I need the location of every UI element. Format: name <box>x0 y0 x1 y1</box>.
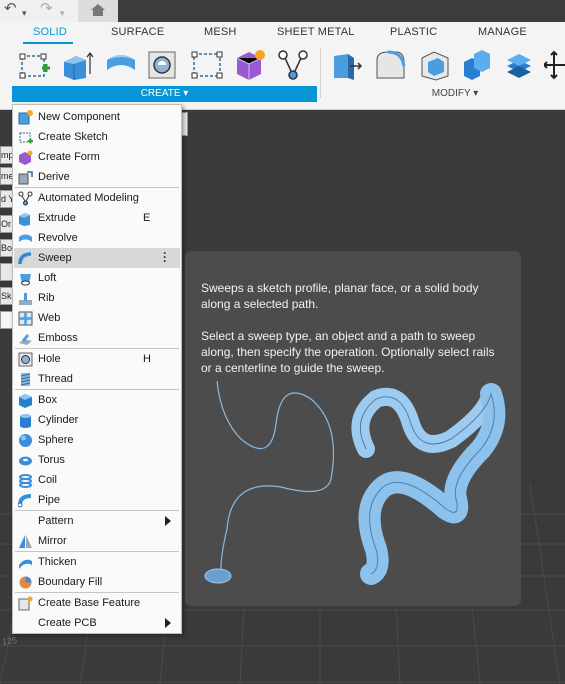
emboss-icon <box>19 334 32 345</box>
create-form-icon <box>19 150 33 165</box>
undo-icon[interactable]: ↶ <box>4 0 17 20</box>
menu-item-web[interactable]: Web <box>14 308 180 328</box>
menu-item-sweep[interactable]: Sweep · · · <box>14 247 180 268</box>
sweep-icon <box>18 252 32 265</box>
submenu-arrow-icon <box>165 618 171 628</box>
press-pull-icon[interactable] <box>330 48 364 82</box>
menu-item-create-form[interactable]: Create Form <box>14 147 180 167</box>
tab-surface[interactable]: SURFACE <box>111 26 164 38</box>
tab-solid[interactable]: SOLID <box>33 26 67 38</box>
sweep-illustration <box>204 380 506 585</box>
menu-item-automated-modeling[interactable]: Automated Modeling <box>14 188 180 208</box>
shell-icon[interactable] <box>418 48 452 82</box>
menu-item-create-pcb[interactable]: Create PCB <box>14 613 180 633</box>
title-bar-background <box>118 0 565 22</box>
create-dropdown-menu: New Component Create Sketch Create Form … <box>12 104 182 634</box>
combine-icon[interactable] <box>460 48 494 82</box>
hole-icon[interactable] <box>146 48 180 82</box>
menu-item-rib[interactable]: Rib <box>14 288 180 308</box>
extrude-icon[interactable] <box>60 48 94 82</box>
menu-item-new-component[interactable]: New Component <box>14 107 180 127</box>
menu-item-hole[interactable]: Hole H <box>14 349 180 369</box>
menu-item-revolve[interactable]: Revolve <box>14 228 180 248</box>
rib-icon <box>19 293 32 305</box>
web-icon <box>18 311 33 326</box>
menu-item-derive[interactable]: Derive <box>14 167 180 187</box>
tab-mesh[interactable]: MESH <box>204 26 237 38</box>
mirror-icon <box>19 535 32 548</box>
menu-item-torus[interactable]: Torus <box>14 450 180 470</box>
create-sketch-icon[interactable] <box>18 48 52 82</box>
rectangular-pattern-icon[interactable] <box>190 48 224 82</box>
redo-icon[interactable]: ↷ <box>40 0 53 20</box>
menu-item-mirror[interactable]: Mirror <box>14 531 180 551</box>
derive-icon <box>18 171 33 185</box>
menu-item-create-sketch[interactable]: Create Sketch <box>14 127 180 147</box>
menu-item-box[interactable]: Box <box>14 390 180 410</box>
cylinder-icon <box>20 414 31 428</box>
redo-dropdown-icon[interactable]: ▾ <box>60 4 65 24</box>
thread-icon <box>20 373 31 386</box>
home-icon <box>91 4 105 16</box>
boundary-fill-icon <box>19 576 32 589</box>
fillet-icon[interactable] <box>374 48 408 82</box>
tab-sheet-metal[interactable]: SHEET METAL <box>277 26 355 38</box>
menu-item-loft[interactable]: Loft <box>14 268 180 288</box>
torus-icon <box>19 456 32 466</box>
tab-plastic[interactable]: PLASTIC <box>390 26 437 38</box>
tab-manage[interactable]: MANAGE <box>478 26 527 38</box>
ribbon: SOLID SURFACE MESH SHEET METAL PLASTIC M… <box>0 22 565 110</box>
modify-dropdown-button[interactable]: MODIFY ▾ <box>400 86 510 102</box>
derive-icon[interactable] <box>276 48 310 82</box>
new-component-icon <box>18 110 33 125</box>
menu-item-thread[interactable]: Thread <box>14 369 180 389</box>
hole-shortcut: H <box>143 353 151 365</box>
home-button[interactable] <box>78 0 118 22</box>
loft-icon <box>20 274 31 286</box>
menu-item-pattern[interactable]: Pattern <box>14 511 180 531</box>
submenu-arrow-icon <box>165 516 171 526</box>
extrude-shortcut: E <box>143 212 151 224</box>
move-icon[interactable] <box>544 48 565 82</box>
thicken-icon <box>19 559 32 569</box>
menu-item-boundary-fill[interactable]: Boundary Fill <box>14 572 180 592</box>
menu-item-sphere[interactable]: Sphere <box>14 430 180 450</box>
create-form-icon[interactable] <box>233 48 267 82</box>
revolve-icon[interactable] <box>104 48 138 82</box>
menu-item-cylinder[interactable]: Cylinder <box>14 410 180 430</box>
create-sketch-icon <box>19 132 33 144</box>
tooltip-summary: Sweeps a sketch profile, planar face, or… <box>201 281 479 311</box>
box-icon <box>19 394 32 408</box>
sphere-icon <box>19 434 32 447</box>
menu-item-thicken[interactable]: Thicken <box>14 552 180 572</box>
grid-label: 125 <box>1 635 18 647</box>
create-dropdown-button[interactable]: CREATE ▾ <box>12 86 317 102</box>
extrude-icon <box>19 213 30 226</box>
coil-icon <box>19 474 32 488</box>
menu-item-extrude[interactable]: Extrude E <box>14 208 180 228</box>
undo-dropdown-icon[interactable]: ▾ <box>22 4 27 24</box>
ribbon-separator <box>320 48 321 98</box>
more-options-icon[interactable]: · · · <box>163 247 167 267</box>
menu-item-emboss[interactable]: Emboss <box>14 328 180 348</box>
menu-item-coil[interactable]: Coil <box>14 470 180 490</box>
menu-item-pipe[interactable]: Pipe <box>14 490 180 510</box>
active-tab-indicator <box>23 42 73 44</box>
pipe-icon <box>18 494 32 508</box>
create-base-feature-icon <box>18 596 33 611</box>
revolve-icon <box>19 234 32 242</box>
hole-icon <box>18 352 33 367</box>
sweep-tooltip: Sweeps a sketch profile, planar face, or… <box>185 251 521 606</box>
menu-item-create-base-feature[interactable]: Create Base Feature <box>14 593 180 613</box>
automated-modeling-icon <box>18 191 33 206</box>
scale-icon[interactable] <box>503 48 537 82</box>
